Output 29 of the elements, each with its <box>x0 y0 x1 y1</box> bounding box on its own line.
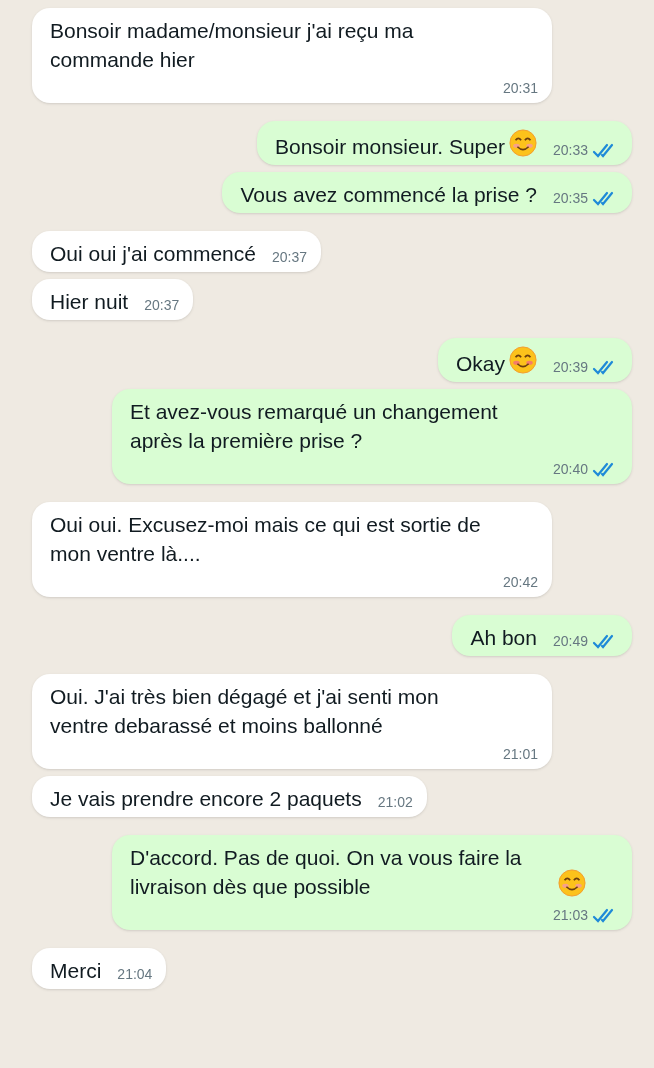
message-text: Oui oui. Excusez-moi mais ce qui est sortie de mon ventre là.... <box>50 512 482 567</box>
message-time: 20:49 <box>552 632 588 651</box>
message-text: Vous avez commencé la prise ? <box>240 182 537 208</box>
message-time: 20:40 <box>552 460 588 479</box>
message-time: 21:03 <box>552 906 588 925</box>
message-text: Oui. J'ai très bien dégagé et j'ai senti mon ventre debarassé et moins ballonné <box>50 684 440 739</box>
message-text: Je vais prendre encore 2 paquets <box>50 786 362 812</box>
message-text: D'accord. Pas de quoi. On va vous faire la livraison dès que possible <box>130 845 523 900</box>
message-time: 20:39 <box>552 358 588 377</box>
message-time: 21:04 <box>117 965 153 984</box>
blushing-face-icon <box>508 346 537 374</box>
message-time: 20:42 <box>502 573 538 592</box>
message-text: Bonsoir monsieur. Super <box>275 134 505 160</box>
message-text: Hier nuit <box>50 289 129 315</box>
message-time: 21:02 <box>377 793 413 812</box>
message-text: Oui oui j'ai commencé <box>50 241 256 267</box>
message-time: 20:35 <box>552 189 588 208</box>
message-text: Ah bon <box>470 625 537 651</box>
message-time: 21:01 <box>502 745 538 764</box>
smiling-face-icon <box>508 129 537 157</box>
smiling-face-icon <box>558 869 586 897</box>
message-time: 20:37 <box>144 296 180 315</box>
message-text: Et avez-vous remarqué un changement après la première prise ? <box>130 399 499 454</box>
message-time: 20:31 <box>502 79 538 98</box>
message-time: 20:37 <box>271 248 307 267</box>
message-time: 20:33 <box>552 141 588 160</box>
message-text: Bonsoir madame/monsieur j'ai reçu ma commande hier <box>50 18 415 73</box>
message-text: Merci <box>50 958 102 984</box>
message-text: Okay <box>455 351 505 377</box>
